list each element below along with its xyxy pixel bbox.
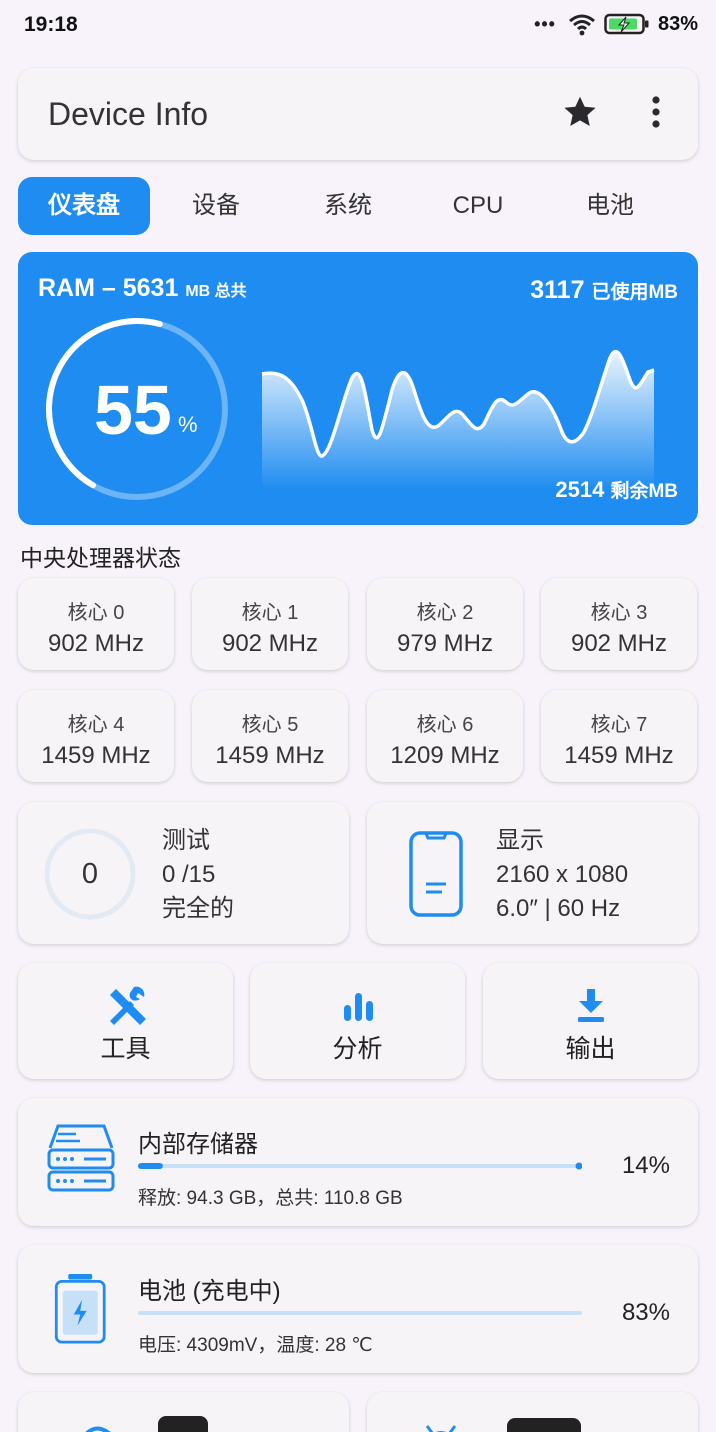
status-time: 19:18 xyxy=(24,13,78,36)
core-frequency: 1209 MHz xyxy=(390,742,500,769)
ram-used: 3117 已使用MB xyxy=(530,276,678,305)
battery-details: 电压: 4309mV，温度: 28 ℃ xyxy=(138,1335,373,1356)
tab-cpu[interactable]: CPU xyxy=(414,177,542,235)
battery-card[interactable]: 电池 (充电中) 电压: 4309mV，温度: 28 ℃ 83% xyxy=(18,1245,698,1373)
analyze-button[interactable]: 分析 xyxy=(250,963,465,1079)
battery-icon xyxy=(54,1274,106,1344)
tests-count: 0 xyxy=(81,858,99,890)
core-card-0[interactable]: 核心 0 902 MHz xyxy=(18,578,174,670)
storage-progress-track xyxy=(138,1164,582,1168)
storage-details: 释放: 94.3 GB，总共: 110.8 GB xyxy=(138,1188,403,1209)
tests-title: 测试 xyxy=(162,827,210,854)
ram-used-suffix: 已使用MB xyxy=(591,282,678,303)
display-resolution: 2160 x 1080 xyxy=(496,861,629,888)
bar-chart-icon xyxy=(343,993,373,1021)
network-value-clipped xyxy=(158,1416,208,1432)
storage-title: 内部存储器 xyxy=(138,1131,258,1158)
tab-dashboard[interactable]: 仪表盘 xyxy=(18,177,150,235)
tools-button[interactable]: 工具 xyxy=(18,963,233,1079)
core-frequency: 1459 MHz xyxy=(564,742,674,769)
tab-bar: 仪表盘 设备 系统 CPU 电池 xyxy=(18,177,698,237)
sensor-card[interactable] xyxy=(367,1392,698,1432)
core-card-1[interactable]: 核心 1 902 MHz xyxy=(192,578,348,670)
tests-progress: 0 /15 xyxy=(162,861,216,888)
ram-free-value: 2514 xyxy=(555,477,605,502)
core-card-7[interactable]: 核心 7 1459 MHz xyxy=(541,690,697,782)
core-frequency: 902 MHz xyxy=(47,630,145,657)
wifi-icon xyxy=(569,14,595,36)
phone-icon xyxy=(409,831,463,917)
battery-charging-icon xyxy=(604,13,649,35)
cpu-section-title: 中央处理器状态 xyxy=(20,545,181,571)
battery-percent: 83% xyxy=(657,12,698,35)
ram-free: 2514 剩余MB xyxy=(555,476,678,503)
ram-total: RAM – 5631 xyxy=(38,274,179,302)
core-card-4[interactable]: 核心 4 1459 MHz xyxy=(18,690,174,782)
ram-used-value: 3117 xyxy=(530,276,585,304)
core-frequency: 902 MHz xyxy=(221,630,319,657)
battery-progress-bar xyxy=(138,1311,582,1315)
ram-usage-graph xyxy=(261,349,655,490)
ram-title: RAM – 5631 MB 总共 xyxy=(38,274,247,303)
core-frequency: 902 MHz xyxy=(570,630,668,657)
tools-icon xyxy=(109,986,146,1025)
ram-card[interactable]: RAM – 5631 MB 总共 3117 已使用MB 55 % 2514 剩余… xyxy=(18,252,698,525)
battery-title: 电池 (充电中) xyxy=(138,1278,281,1305)
network-card[interactable] xyxy=(18,1392,349,1432)
core-card-3[interactable]: 核心 3 902 MHz xyxy=(541,578,697,670)
core-label: 核心 1 xyxy=(241,602,299,624)
ram-free-suffix: 剩余MB xyxy=(610,481,678,502)
core-card-2[interactable]: 核心 2 979 MHz xyxy=(367,578,523,670)
core-label: 核心 7 xyxy=(590,714,648,736)
android-icon xyxy=(425,1425,457,1432)
core-label: 核心 6 xyxy=(416,714,474,736)
tests-status: 完全的 xyxy=(162,895,234,922)
core-label: 核心 4 xyxy=(67,714,125,736)
app-title: Device Info xyxy=(48,96,209,132)
core-frequency: 1459 MHz xyxy=(215,742,325,769)
ram-total-suffix: MB 总共 xyxy=(185,283,247,300)
display-title: 显示 xyxy=(496,827,544,854)
more-dots-indicator: ••• xyxy=(534,13,556,34)
core-label: 核心 0 xyxy=(67,602,125,624)
core-label: 核心 5 xyxy=(241,714,299,736)
core-frequency: 1459 MHz xyxy=(41,742,151,769)
battery-progress-fill xyxy=(138,1311,507,1315)
core-frequency: 979 MHz xyxy=(396,630,494,657)
tests-info: 测试 0 /15 完全的 xyxy=(162,824,234,926)
export-button[interactable]: 输出 xyxy=(483,963,698,1079)
export-label: 输出 xyxy=(565,1035,616,1063)
download-icon xyxy=(577,989,604,1022)
storage-progress-end-dot xyxy=(575,1162,582,1170)
status-bar: 19:18 ••• 83% xyxy=(0,0,716,52)
core-label: 核心 3 xyxy=(590,602,648,624)
storage-progress-bar xyxy=(138,1162,582,1170)
core-card-6[interactable]: 核心 6 1209 MHz xyxy=(367,690,523,782)
tools-label: 工具 xyxy=(100,1035,151,1063)
app-bar: Device Info xyxy=(18,68,698,160)
tab-device[interactable]: 设备 xyxy=(150,177,282,235)
analyze-label: 分析 xyxy=(332,1035,383,1063)
display-info: 显示 2160 x 1080 6.0″ | 60 Hz xyxy=(496,824,628,926)
status-icons: ••• 83% xyxy=(534,12,698,36)
display-details: 6.0″ | 60 Hz xyxy=(496,895,621,922)
core-card-5[interactable]: 核心 5 1459 MHz xyxy=(192,690,348,782)
ram-graph-area xyxy=(262,351,654,490)
storage-percent: 14% xyxy=(621,1152,670,1179)
sensor-value-clipped xyxy=(507,1418,581,1432)
tab-system[interactable]: 系统 xyxy=(282,177,414,235)
signal-icon xyxy=(85,1426,111,1432)
tests-card[interactable]: 0 测试 0 /15 完全的 xyxy=(18,802,349,944)
core-label: 核心 2 xyxy=(416,602,474,624)
internal-storage-card[interactable]: 内部存储器 释放: 94.3 GB，总共: 110.8 GB 14% xyxy=(18,1098,698,1226)
more-vert-icon[interactable] xyxy=(642,92,670,132)
storage-progress-fill xyxy=(138,1163,163,1169)
star-icon[interactable] xyxy=(562,94,598,130)
battery-percent-value: 83% xyxy=(621,1299,670,1326)
tab-battery[interactable]: 电池 xyxy=(544,177,676,235)
ram-percent: 55 xyxy=(94,371,172,449)
storage-drive-icon xyxy=(47,1124,115,1192)
ram-percent-sign: % xyxy=(178,412,198,437)
